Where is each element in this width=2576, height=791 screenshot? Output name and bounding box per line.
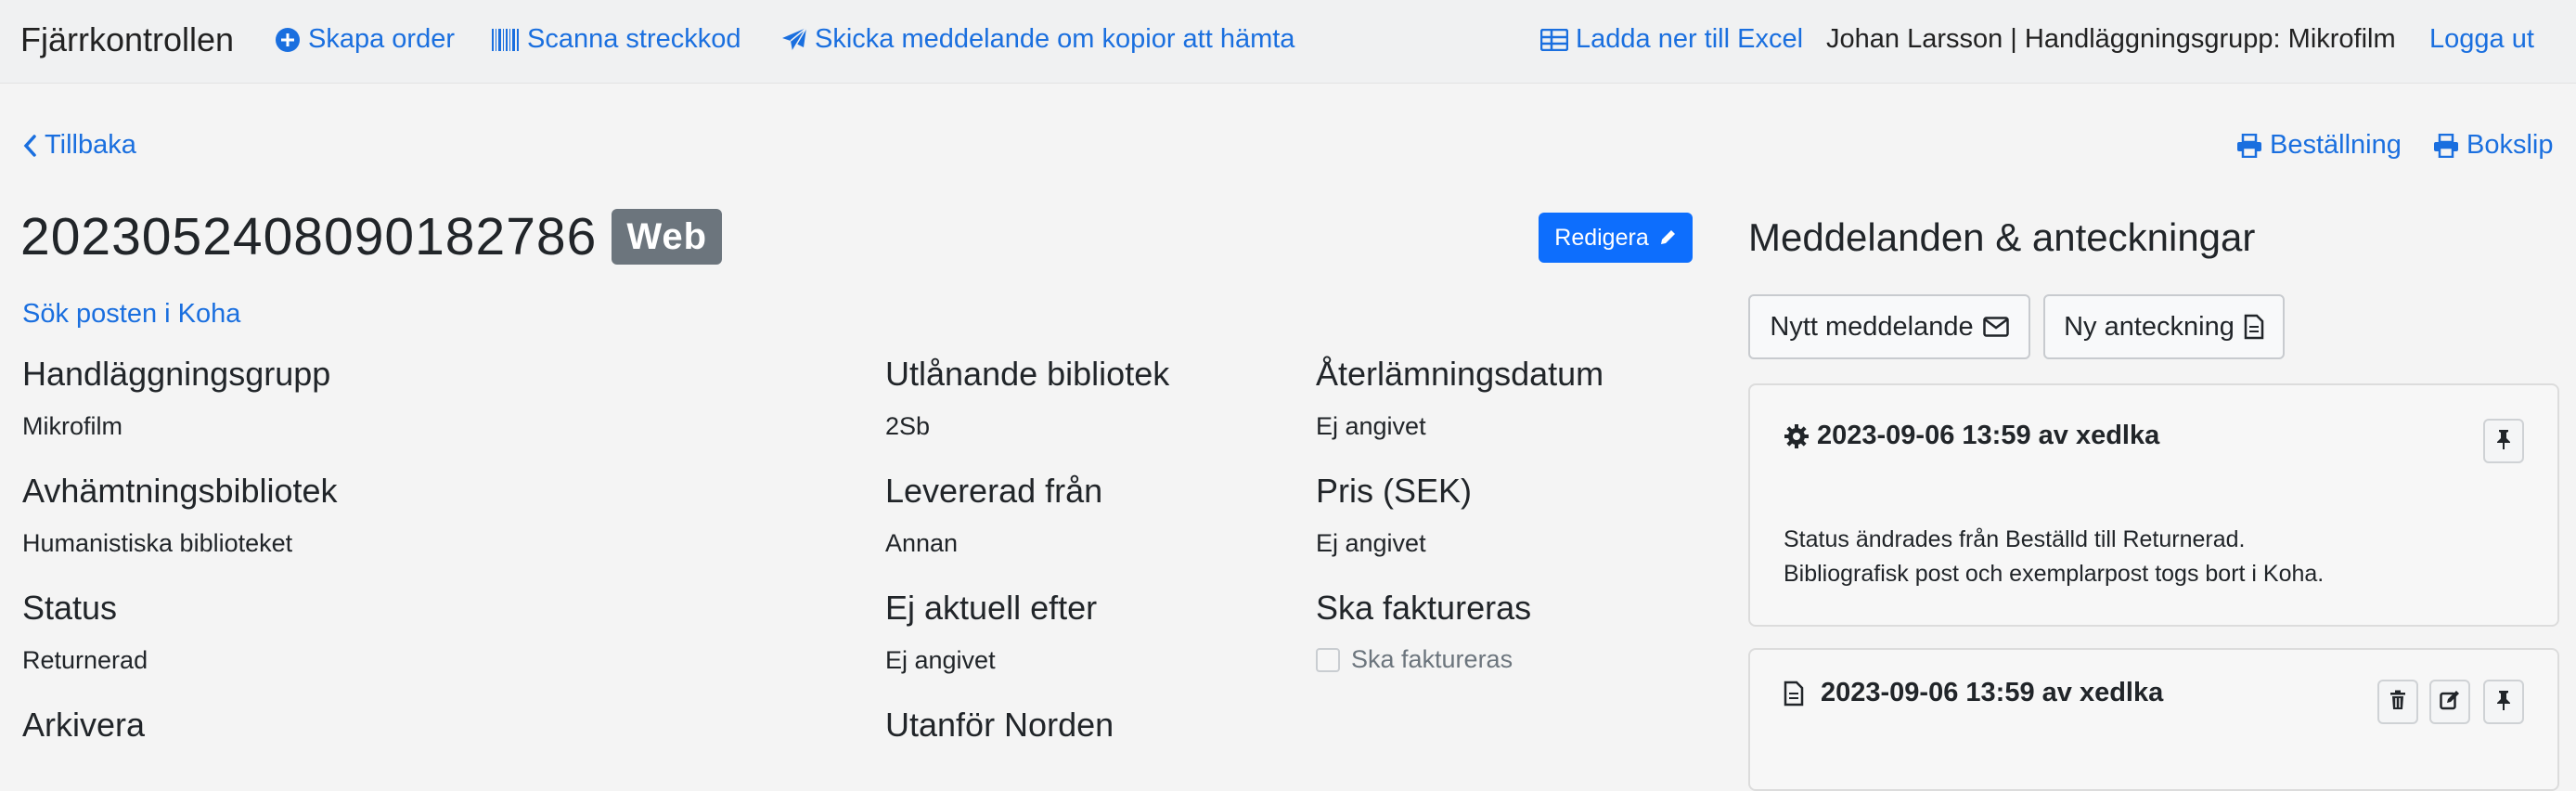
new-note-label: Ny anteckning	[2064, 311, 2235, 342]
chevron-left-icon	[22, 134, 37, 158]
message-card-title: 2023-09-06 13:59 av xedlka	[1817, 421, 2160, 450]
invoice-checkbox-label: Ska faktureras	[1351, 645, 1513, 673]
new-note-button[interactable]: Ny anteckning	[2043, 294, 2285, 359]
invoice-label: Ska faktureras	[1316, 589, 1532, 627]
envelope-icon	[1982, 317, 2009, 337]
print-order-label: Beställning	[2270, 130, 2402, 160]
print-bookslip-link[interactable]: Bokslip	[2433, 130, 2554, 161]
new-message-button[interactable]: Nytt meddelande	[1748, 294, 2030, 359]
trash-icon	[2389, 690, 2406, 715]
return-date-label: Återlämningsdatum	[1316, 355, 1604, 393]
invoice-checkbox[interactable]	[1316, 647, 1340, 672]
price-value: Ej angivet	[1316, 529, 1426, 557]
status-label: Status	[22, 589, 118, 627]
handling-group-value: Mikrofilm	[22, 412, 122, 440]
handling-group-label: Handläggningsgrupp	[22, 355, 331, 393]
back-link[interactable]: Tillbaka	[22, 130, 136, 161]
edit-note-button[interactable]	[2429, 680, 2470, 724]
download-excel-link[interactable]: Ladda ner till Excel	[1540, 24, 1803, 55]
not-current-after-label: Ej aktuell efter	[885, 589, 1098, 627]
print-order-link[interactable]: Beställning	[2236, 130, 2402, 161]
note-card-header: 2023-09-06 13:59 av xedlka	[1784, 678, 2163, 708]
pin-button[interactable]	[2483, 419, 2524, 463]
message-line: Status ändrades från Beställd till Retur…	[1784, 526, 2246, 552]
user-info: Johan Larsson | Handläggningsgrupp: Mikr…	[1826, 24, 2396, 54]
note-card: 2023-09-06 13:59 av xedlka	[1748, 648, 2559, 791]
edit-button[interactable]: Redigera	[1539, 213, 1693, 263]
price-label: Pris (SEK)	[1316, 472, 1473, 510]
scan-barcode-link[interactable]: Scanna streckkod	[492, 24, 741, 55]
return-date-value: Ej angivet	[1316, 412, 1426, 440]
delete-note-button[interactable]	[2377, 680, 2418, 724]
download-excel-label: Ladda ner till Excel	[1576, 24, 1804, 54]
app-brand[interactable]: Fjärrkontrollen	[20, 20, 234, 59]
lending-library-value: 2Sb	[885, 412, 931, 440]
message-card-body: Status ändrades från Beställd till Retur…	[1784, 523, 2324, 591]
top-navbar: Fjärrkontrollen Skapa order Scanna strec…	[0, 0, 2576, 84]
table-icon	[1540, 28, 1568, 51]
message-line: Bibliografisk post och exemplarpost togs…	[1784, 561, 2325, 587]
pickup-library-value: Humanistiska biblioteket	[22, 529, 293, 557]
koha-search-link[interactable]: Sök posten i Koha	[22, 299, 240, 330]
new-message-label: Nytt meddelande	[1770, 311, 1974, 342]
pickup-library-label: Avhämtningsbibliotek	[22, 472, 338, 510]
archive-label: Arkivera	[22, 706, 146, 744]
pin-icon	[2495, 689, 2512, 716]
printer-icon	[2433, 133, 2459, 158]
edit-label: Redigera	[1554, 224, 1649, 251]
pencil-icon	[1658, 228, 1677, 247]
create-order-label: Skapa order	[308, 24, 455, 54]
note-card-title: 2023-09-06 13:59 av xedlka	[1821, 678, 2164, 707]
lending-library-label: Utlånande bibliotek	[885, 355, 1170, 393]
print-bookslip-label: Bokslip	[2467, 130, 2554, 160]
file-text-icon	[1784, 681, 1804, 707]
order-title: 2023052408090182786 Web	[20, 206, 723, 267]
order-number: 2023052408090182786	[20, 207, 598, 266]
status-value: Returnerad	[22, 646, 148, 674]
outside-nordic-label: Utanför Norden	[885, 706, 1114, 744]
delivered-from-value: Annan	[885, 529, 959, 557]
message-card-header: 2023-09-06 13:59 av xedlka	[1784, 421, 2159, 451]
create-order-link[interactable]: Skapa order	[275, 24, 455, 55]
logout-link[interactable]: Logga ut	[2429, 24, 2534, 55]
invoice-checkbox-row: Ska faktureras	[1316, 645, 1513, 674]
paper-plane-icon	[781, 26, 807, 53]
message-card: 2023-09-06 13:59 av xedlka Status ändrad…	[1748, 383, 2559, 627]
edit-note-icon	[2440, 690, 2460, 715]
plus-circle-icon	[275, 27, 301, 53]
source-badge: Web	[612, 209, 723, 265]
barcode-icon	[492, 28, 520, 51]
gear-icon	[1784, 423, 1810, 449]
back-label: Tillbaka	[45, 130, 136, 160]
delivered-from-label: Levererad från	[885, 472, 1103, 510]
send-message-label: Skicka meddelande om kopior att hämta	[815, 24, 1295, 54]
file-text-icon	[2244, 314, 2264, 340]
scan-barcode-label: Scanna streckkod	[527, 24, 741, 54]
messages-heading: Meddelanden & anteckningar	[1748, 215, 2256, 259]
printer-icon	[2236, 133, 2262, 158]
pin-icon	[2495, 428, 2512, 455]
send-message-link[interactable]: Skicka meddelande om kopior att hämta	[781, 24, 1294, 55]
not-current-after-value: Ej angivet	[885, 646, 996, 674]
pin-button[interactable]	[2483, 680, 2524, 724]
